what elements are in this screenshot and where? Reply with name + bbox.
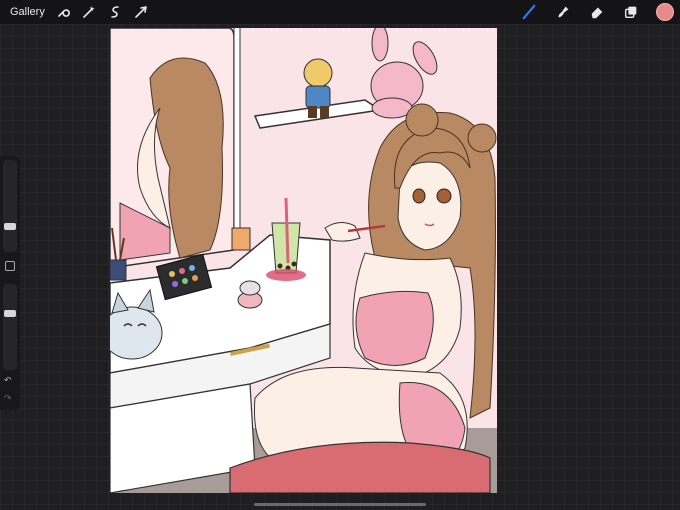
smudge-icon[interactable] (554, 3, 572, 21)
artwork (110, 28, 497, 493)
lingerie-top (355, 290, 434, 366)
undo-arrow-icon[interactable]: ↶ (4, 376, 12, 386)
figurine-leg (308, 106, 317, 118)
brush-cup (110, 259, 127, 281)
hand (324, 222, 361, 242)
bunny-plush-ear (371, 28, 389, 62)
figurine-leg (320, 106, 329, 118)
eye-right (436, 188, 452, 204)
color-picker-swatch[interactable] (656, 3, 674, 21)
opacity-slider[interactable] (3, 284, 17, 370)
hair-bun-right (467, 123, 497, 153)
eye-left (412, 188, 426, 204)
perfume-bottle (231, 227, 251, 251)
opacity-handle[interactable] (4, 310, 16, 317)
brush-icon[interactable] (520, 3, 538, 21)
figurine-body (305, 85, 331, 109)
bunny-plush-feet (371, 97, 413, 119)
mirror-frame (233, 28, 241, 251)
wrench-icon[interactable] (55, 4, 71, 20)
magic-wand-icon[interactable] (81, 4, 97, 20)
eraser-icon[interactable] (588, 3, 606, 21)
redo-arrow-icon[interactable]: ↷ (4, 394, 12, 404)
brush-size-handle[interactable] (4, 223, 16, 230)
top-toolbar: Gallery (0, 0, 680, 24)
transform-arrow-icon[interactable] (133, 4, 149, 20)
gallery-button[interactable]: Gallery (10, 6, 45, 18)
sidebar: ↶ ↷ (0, 156, 20, 410)
home-indicator (254, 503, 426, 506)
brush-size-slider[interactable] (3, 160, 17, 252)
square-icon[interactable] (5, 261, 15, 271)
selection-icon[interactable] (107, 4, 123, 20)
layers-icon[interactable] (622, 3, 640, 21)
hair-bun-left (405, 103, 439, 137)
drawing-canvas[interactable] (110, 28, 497, 493)
figurine-head (303, 58, 333, 88)
